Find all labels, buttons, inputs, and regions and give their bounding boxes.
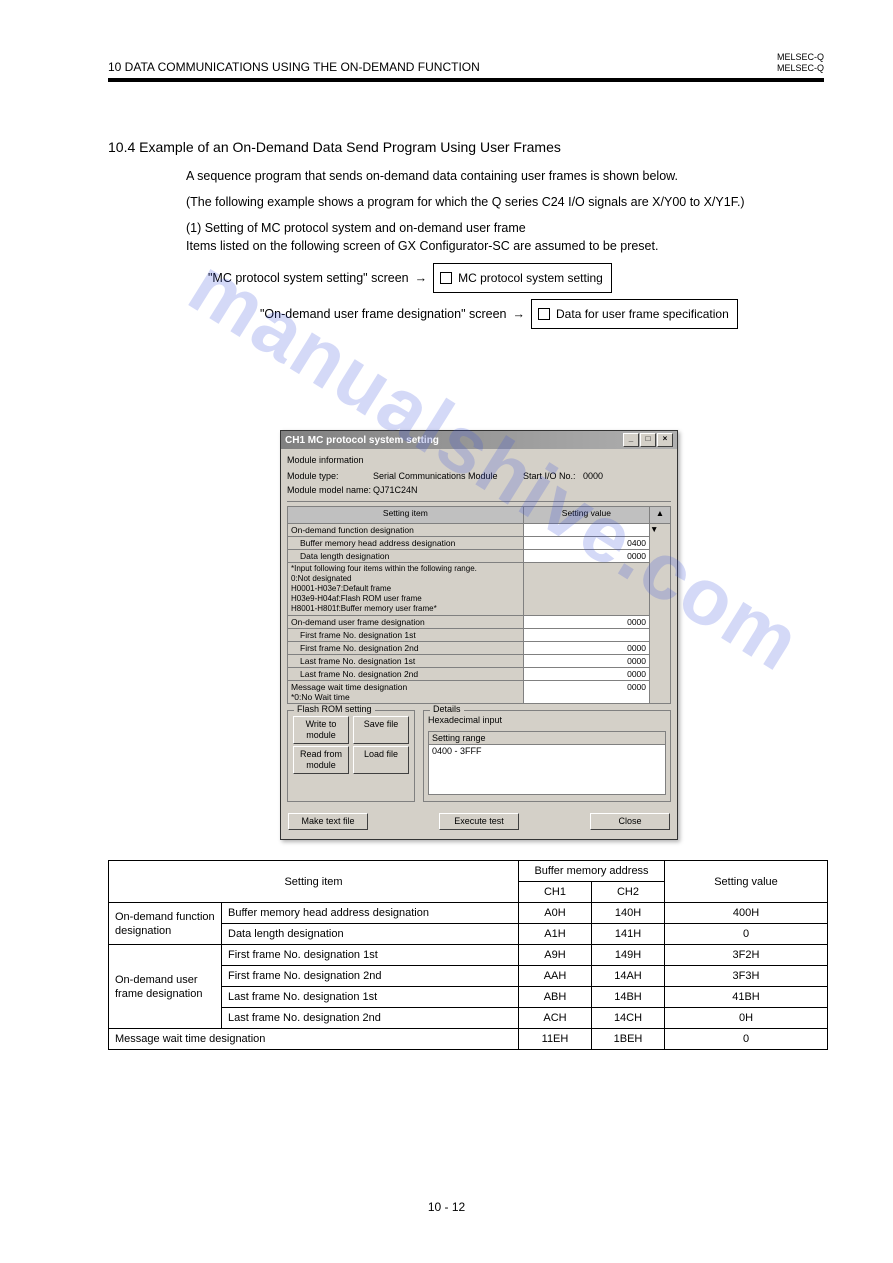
load-file-button[interactable]: Load file xyxy=(353,746,409,774)
th-ch2: CH2 xyxy=(592,882,665,903)
mc-protocol-setting-button[interactable]: ☐ MC protocol system setting MC protocol… xyxy=(433,263,612,293)
dialog-title: CH1 MC protocol system setting xyxy=(285,435,439,446)
th-buffer: Buffer memory address xyxy=(519,861,665,882)
subsection-title: Setting of MC protocol system and on-dem… xyxy=(205,221,526,235)
grid-row: First frame No. designation 2nd 0000 xyxy=(288,642,671,655)
table-row: On-demand user frame designation First f… xyxy=(109,945,828,966)
grid-row: Last frame No. designation 1st 0000 xyxy=(288,655,671,668)
scrollbar[interactable]: ▼ xyxy=(650,524,671,704)
flash-rom-legend: Flash ROM setting xyxy=(294,704,375,714)
grid-header-value: Setting value xyxy=(523,507,649,524)
module-information: Module information Module type: Serial C… xyxy=(287,453,671,502)
save-file-button[interactable]: Save file xyxy=(353,716,409,744)
scroll-spacer: ▲ xyxy=(650,507,671,524)
grid-info-row: *Input following four items within the f… xyxy=(288,563,671,616)
grid-row: Buffer memory head address designation 0… xyxy=(288,537,671,550)
step-2: "On-demand user frame designation" scree… xyxy=(260,299,788,329)
setting-range-label: Setting range xyxy=(429,732,665,745)
module-type-label: Module type: xyxy=(287,469,373,483)
dialog-titlebar: CH1 MC protocol system setting _ □ × xyxy=(281,431,677,449)
grid-row: On-demand user frame designation 0000 xyxy=(288,616,671,629)
dialog-bottom-groups: Flash ROM setting Write tomodule Save fi… xyxy=(287,710,671,802)
intro-paragraph: A sequence program that sends on-demand … xyxy=(186,167,786,185)
step-1-label: "MC protocol system setting" screen xyxy=(208,265,409,291)
header-meta: MELSEC-Q MELSEC-Q xyxy=(777,52,824,74)
details-box: Setting range 0400 - 3FFF xyxy=(428,731,666,795)
details-legend: Details xyxy=(430,704,464,714)
hex-input-label: Hexadecimal input xyxy=(428,715,666,725)
start-io-label: Start I/O No.: xyxy=(523,469,583,483)
step-2-label: "On-demand user frame designation" scree… xyxy=(260,301,507,327)
note-paragraph: (The following example shows a program f… xyxy=(186,193,786,211)
close-dialog-button[interactable]: Close xyxy=(590,813,670,830)
settings-table: Setting item Buffer memory address Setti… xyxy=(108,860,828,1050)
setting-range-value: 0400 - 3FFF xyxy=(429,745,665,757)
steps-list: "MC protocol system setting" screen → ☐ … xyxy=(208,263,788,329)
subsection-body: Items listed on the following screen of … xyxy=(186,239,658,253)
close-button[interactable]: × xyxy=(657,433,673,447)
arrow-icon: → xyxy=(415,265,428,291)
th-ch1: CH1 xyxy=(519,882,592,903)
start-io-value: 0000 xyxy=(583,469,603,483)
grid-row: Last frame No. designation 2nd 0000 xyxy=(288,668,671,681)
page-number: 10 - 12 xyxy=(0,1200,893,1214)
square-icon xyxy=(440,272,452,284)
make-text-file-button[interactable]: Make text file xyxy=(288,813,368,830)
read-module-button[interactable]: Read frommodule xyxy=(293,746,349,774)
settings-grid: Setting item Setting value ▲ On-demand f… xyxy=(287,506,671,704)
dialog-body: Module information Module type: Serial C… xyxy=(281,449,677,808)
grid-header-item: Setting item xyxy=(288,507,524,524)
grid-row: On-demand function designation ▼ xyxy=(288,524,671,537)
module-type-value: Serial Communications Module xyxy=(373,469,523,483)
subsection-number: (1) xyxy=(186,221,201,235)
arrow-icon: → xyxy=(513,301,526,327)
body-content: 10.4 Example of an On-Demand Data Send P… xyxy=(108,138,828,335)
module-model-label: Module model name: xyxy=(287,483,373,497)
module-model-value: QJ71C24N xyxy=(373,483,418,497)
grid-row: Data length designation 0000 xyxy=(288,550,671,563)
table-row: Message wait time designation 11EH 1BEH … xyxy=(109,1029,828,1050)
subsection: (1) Setting of MC protocol system and on… xyxy=(186,219,786,255)
square-icon xyxy=(538,308,550,320)
dialog-footer: Make text file Execute test Close xyxy=(281,808,677,839)
execute-test-button[interactable]: Execute test xyxy=(439,813,519,830)
grid-row: First frame No. designation 1st xyxy=(288,629,671,642)
details-group: Details Hexadecimal input Setting range … xyxy=(423,710,671,802)
window-buttons: _ □ × xyxy=(622,433,673,447)
th-value: Setting value xyxy=(665,861,828,903)
dialog-screenshot: CH1 MC protocol system setting _ □ × Mod… xyxy=(280,430,678,840)
write-module-button[interactable]: Write tomodule xyxy=(293,716,349,744)
th-setting-item: Setting item xyxy=(109,861,519,903)
table-row: On-demand function designation Buffer me… xyxy=(109,903,828,924)
chapter-title: 10 DATA COMMUNICATIONS USING THE ON-DEMA… xyxy=(108,60,480,74)
flash-rom-group: Flash ROM setting Write tomodule Save fi… xyxy=(287,710,415,802)
dialog-window: CH1 MC protocol system setting _ □ × Mod… xyxy=(280,430,678,840)
page-header: 10 DATA COMMUNICATIONS USING THE ON-DEMA… xyxy=(108,50,824,82)
minimize-button[interactable]: _ xyxy=(623,433,639,447)
grid-row: Message wait time designation*0:No Wait … xyxy=(288,681,671,704)
section-title: 10.4 Example of an On-Demand Data Send P… xyxy=(108,138,828,157)
user-frame-spec-button[interactable]: Data for user frame specification xyxy=(531,299,738,329)
maximize-button[interactable]: □ xyxy=(640,433,656,447)
step-1: "MC protocol system setting" screen → ☐ … xyxy=(208,263,788,293)
